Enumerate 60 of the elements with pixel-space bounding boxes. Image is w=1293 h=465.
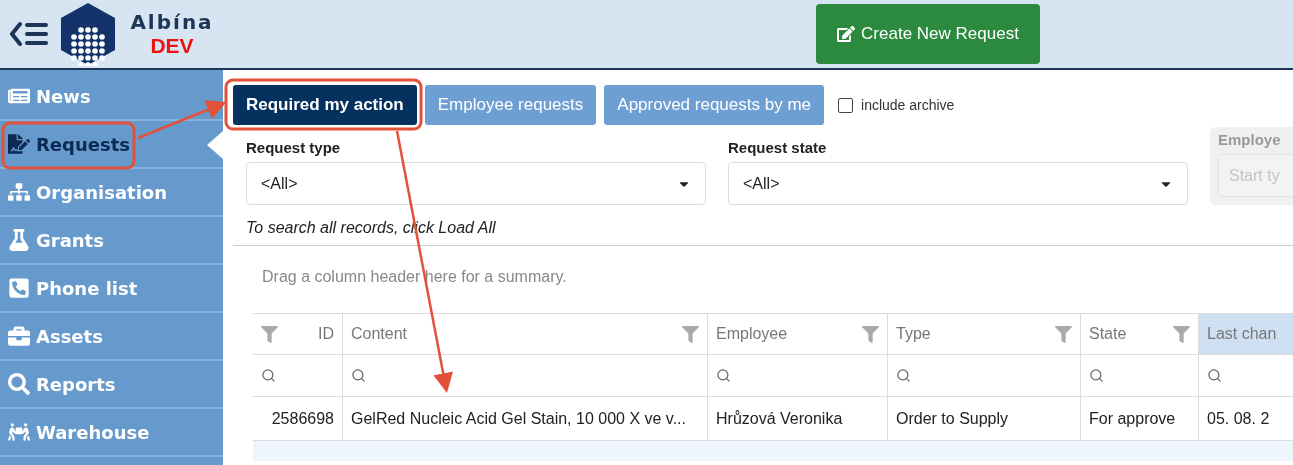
select-field[interactable]: <All> <box>246 162 706 205</box>
table-cell: Hrůzová Veronika <box>708 397 888 441</box>
app-name: Albína <box>130 10 214 34</box>
search-icon <box>1089 368 1104 383</box>
column-header[interactable]: ID <box>253 314 343 355</box>
sidebar-item[interactable]: Requests <box>0 121 223 169</box>
filter-label: Request type <box>246 139 342 156</box>
select-field[interactable]: <All> <box>728 162 1188 205</box>
filter-cell[interactable] <box>888 355 1081 397</box>
create-request-button[interactable]: Create New Request <box>816 4 1040 64</box>
sidebar-item[interactable]: Reports <box>0 361 223 409</box>
sidebar-item[interactable]: Phone list <box>0 265 223 313</box>
logo-icon <box>60 2 116 66</box>
sidebar-item[interactable]: Grants <box>0 217 223 265</box>
table-cell: Order to Supply <box>888 397 1081 441</box>
sidebar-item[interactable]: Organisation <box>0 169 223 217</box>
search-icon <box>716 368 731 383</box>
document-icon <box>8 133 30 155</box>
people-carrying-icon <box>8 421 30 443</box>
filter-icon[interactable] <box>1173 325 1190 343</box>
sitemap-icon <box>8 181 30 203</box>
search-icon <box>1207 368 1222 383</box>
environment-label: DEV <box>150 34 194 58</box>
phone-icon <box>8 277 30 299</box>
checkbox-label: include archive <box>861 97 955 113</box>
filter-cell[interactable] <box>253 355 343 397</box>
filter-icon[interactable] <box>261 325 278 343</box>
column-header[interactable]: Employee <box>708 314 888 355</box>
column-header[interactable]: State <box>1081 314 1199 355</box>
edit-icon <box>837 25 856 43</box>
search-icon <box>896 368 911 383</box>
filter-label: Employe <box>1218 131 1282 148</box>
group-panel-text: Drag a column header here for a summary. <box>261 267 568 287</box>
filter-cell[interactable] <box>343 355 708 397</box>
filter-cell[interactable] <box>708 355 888 397</box>
filter-cell[interactable] <box>1081 355 1199 397</box>
active-pointer-icon <box>205 131 223 159</box>
table-cell: GelRed Nucleic Acid Gel Stain, 10 000 X ve v... <box>343 397 708 441</box>
tab[interactable]: Employee requests <box>424 85 597 125</box>
search-icon <box>8 373 30 395</box>
column-header[interactable]: Type <box>888 314 1081 355</box>
filter-icon[interactable] <box>862 325 879 343</box>
briefcase-icon <box>8 325 30 347</box>
table-cell: 2586698 <box>253 397 343 441</box>
checkbox[interactable] <box>838 97 853 113</box>
filter-icon[interactable] <box>1055 325 1072 343</box>
column-header[interactable]: Content <box>343 314 708 355</box>
column-header[interactable]: Last chan <box>1199 314 1293 355</box>
table-cell: For approve <box>1081 397 1199 441</box>
search-icon <box>261 368 276 383</box>
tab[interactable]: Required my action <box>233 85 417 125</box>
filter-icon[interactable] <box>682 325 699 343</box>
menu-icon[interactable] <box>10 21 50 47</box>
flask-icon <box>8 229 30 251</box>
tab[interactable]: Approved requests by me <box>604 85 824 125</box>
filter-label: Request state <box>728 139 828 156</box>
sidebar-item[interactable]: Warehouse <box>0 409 223 457</box>
search-icon <box>351 368 366 383</box>
sidebar-item[interactable]: Assets <box>0 313 223 361</box>
sidebar-item[interactable]: News <box>0 73 223 121</box>
